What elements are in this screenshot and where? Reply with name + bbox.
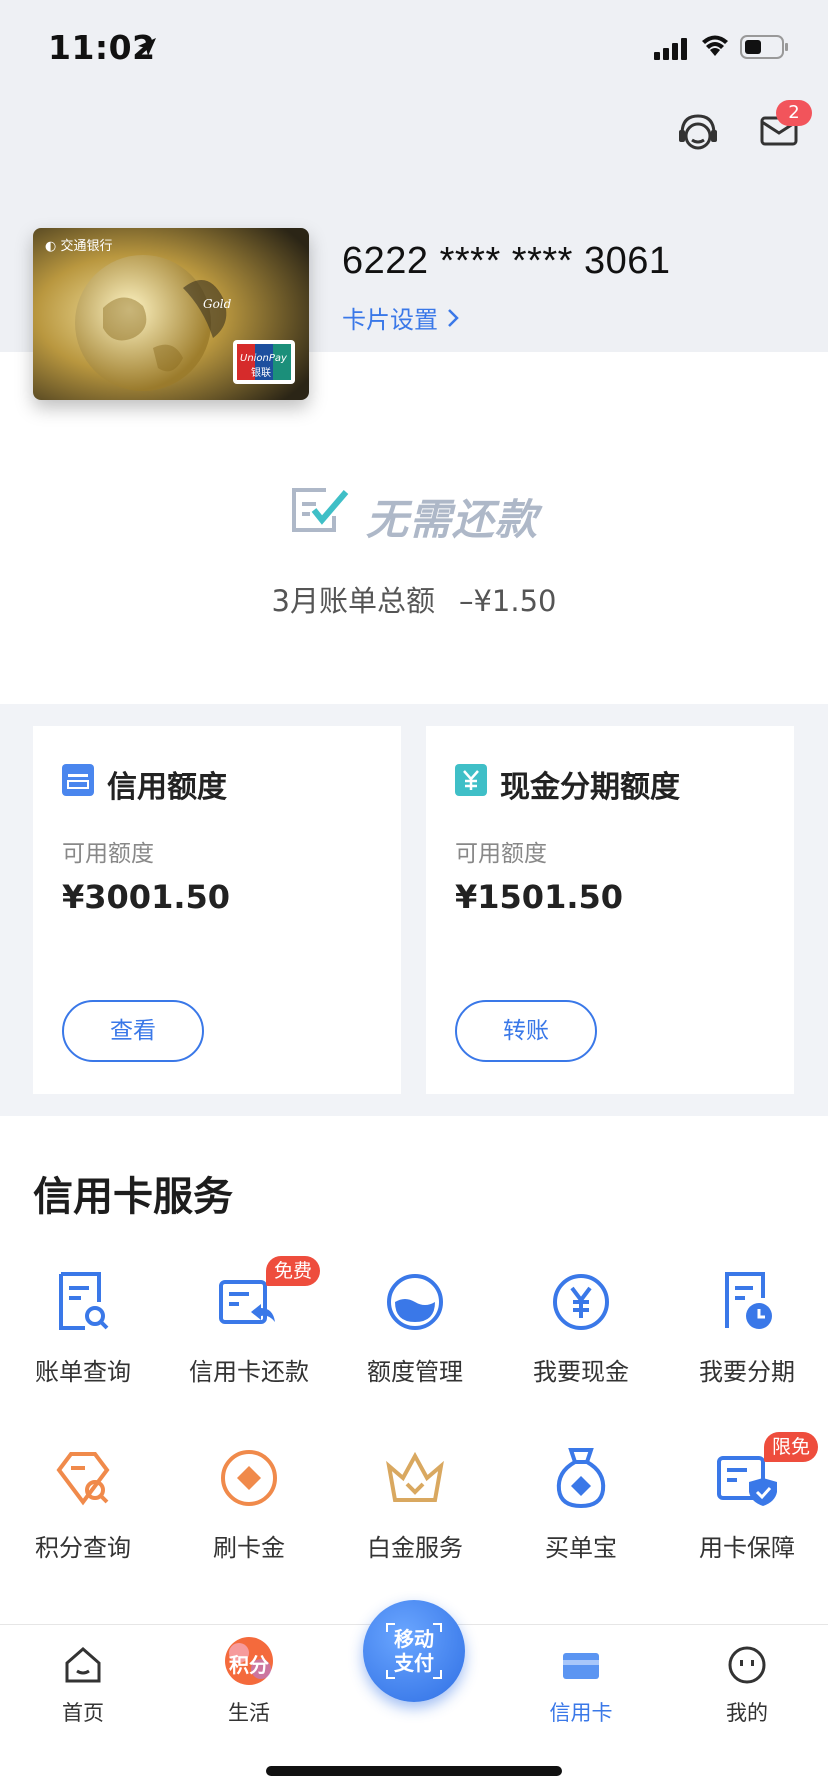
tab-life[interactable]: 积分 生活	[166, 1625, 332, 1735]
service-label: 白金服务	[367, 1534, 463, 1562]
svg-text:银联: 银联	[251, 366, 271, 379]
tab-home-label: 首页	[62, 1701, 104, 1725]
home-indicator	[266, 1766, 562, 1776]
location-arrow-icon	[138, 38, 156, 56]
service-label: 刷卡金	[213, 1534, 285, 1562]
credit-limit-panel: 信用额度 可用额度 ¥3001.50 查看	[33, 726, 401, 1094]
transfer-button[interactable]: 转账	[455, 1000, 597, 1062]
card-settings-label: 卡片设置	[342, 306, 438, 334]
svg-text:Gold: Gold	[203, 297, 232, 311]
cellular-signal-icon	[654, 38, 687, 60]
tab-credit-card[interactable]: 信用卡	[498, 1625, 664, 1735]
service-maidanbao[interactable]: 买单宝	[498, 1444, 664, 1584]
service-installment[interactable]: 我要分期	[664, 1268, 828, 1408]
yuan-coin-icon	[553, 1274, 609, 1330]
service-label: 信用卡还款	[189, 1358, 309, 1386]
tab-credit-card-label: 信用卡	[549, 1701, 613, 1725]
mobile-pay-line1: 移动	[394, 1627, 434, 1651]
installment-icon	[725, 1272, 772, 1329]
customer-service-icon[interactable]	[676, 110, 720, 154]
service-bill-search[interactable]: 账单查询	[0, 1268, 166, 1408]
service-label: 用卡保障	[699, 1534, 795, 1562]
bill-search-icon	[59, 1272, 109, 1330]
crown-icon	[386, 1451, 444, 1502]
home-icon	[65, 1647, 101, 1683]
card-number: 6222 **** **** 3061	[342, 240, 671, 282]
service-protection[interactable]: 限免 用卡保障	[664, 1432, 828, 1584]
service-label: 账单查询	[35, 1358, 131, 1386]
service-repay[interactable]: 免费 信用卡还款	[166, 1256, 332, 1408]
services-title: 信用卡服务	[33, 1174, 233, 1220]
service-points[interactable]: 积分查询	[0, 1444, 166, 1584]
limit-icon	[387, 1274, 443, 1330]
bill-total-line: 3月账单总额 –¥1.50	[0, 578, 828, 620]
credit-card-image[interactable]: ◐ 交通银行 Gold UnionPay 银联	[33, 228, 309, 400]
yuan-icon	[455, 764, 487, 796]
mobile-pay-line2: 支付	[394, 1651, 434, 1675]
mobile-pay-button[interactable]: 移动 支付	[363, 1600, 465, 1702]
free-badge: 免费	[266, 1256, 321, 1286]
view-button[interactable]: 查看	[62, 1000, 204, 1062]
tab-mine[interactable]: 我的	[664, 1625, 828, 1735]
service-label: 积分查询	[35, 1534, 131, 1562]
tab-home[interactable]: 首页	[0, 1625, 166, 1735]
cash-installment-title: 现金分期额度	[500, 770, 680, 805]
profile-icon	[728, 1646, 766, 1684]
service-label: 我要分期	[699, 1358, 795, 1386]
service-platinum[interactable]: 白金服务	[332, 1444, 498, 1584]
credit-available-label: 可用额度	[62, 841, 154, 867]
svg-text:◐ 交通银行: ◐ 交通银行	[45, 238, 112, 254]
cash-installment-panel: 现金分期额度 可用额度 ¥1501.50 转账	[426, 726, 794, 1094]
life-badge-text: 积分	[229, 1653, 269, 1677]
service-reward[interactable]: 刷卡金	[166, 1444, 332, 1584]
bill-amount: –¥1.50	[458, 584, 557, 618]
svg-text:UnionPay: UnionPay	[240, 353, 288, 364]
battery-icon	[740, 35, 788, 59]
checklist-icon	[292, 488, 349, 532]
limited-free-badge: 限免	[764, 1432, 819, 1462]
cash-available-label: 可用额度	[455, 841, 547, 867]
service-cash[interactable]: 我要现金	[498, 1268, 664, 1408]
card-settings-link[interactable]: 卡片设置	[342, 300, 460, 335]
credit-available-amount: ¥3001.50	[62, 878, 231, 916]
credit-card-icon	[62, 764, 94, 796]
wifi-icon	[702, 35, 728, 56]
tab-mine-label: 我的	[726, 1701, 768, 1725]
reward-icon	[221, 1450, 277, 1506]
credit-card-tab-icon	[563, 1653, 599, 1679]
tab-life-label: 生活	[228, 1701, 270, 1725]
bag-icon	[556, 1448, 606, 1509]
mail-badge: 2	[776, 100, 812, 126]
service-label: 额度管理	[367, 1358, 463, 1386]
credit-limit-title: 信用额度	[107, 770, 227, 805]
cash-available-amount: ¥1501.50	[455, 878, 624, 916]
status-bar: 11:02	[0, 0, 828, 100]
service-limit[interactable]: 额度管理	[332, 1268, 498, 1408]
points-icon	[56, 1452, 110, 1506]
bill-label: 3月账单总额	[271, 584, 435, 618]
chevron-right-icon	[446, 306, 460, 334]
service-label: 买单宝	[545, 1534, 617, 1562]
repayment-status: 无需还款	[366, 495, 539, 544]
service-label: 我要现金	[533, 1358, 629, 1386]
